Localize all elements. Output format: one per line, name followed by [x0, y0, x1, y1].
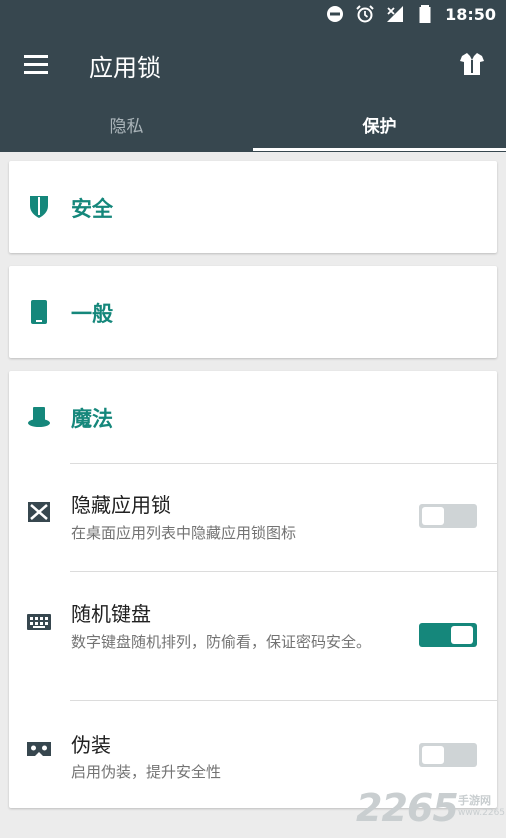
- battery-icon: [419, 5, 431, 23]
- shirt-icon: [460, 53, 484, 75]
- menu-icon-line: [24, 62, 48, 66]
- status-time: 18:50: [445, 4, 496, 24]
- random-keyboard-subtitle: 数字键盘随机排列，防偷看，保证密码安全。: [71, 633, 372, 651]
- watermark-url: www.2265.com: [458, 808, 506, 818]
- security-title: 安全: [71, 197, 113, 221]
- random-keyboard-title: 随机键盘: [71, 602, 151, 626]
- magic-title: 魔法: [71, 407, 113, 431]
- tab-bar: 隐私 保护: [0, 96, 506, 152]
- random-keyboard-toggle[interactable]: [419, 623, 477, 647]
- security-card: 安全: [9, 161, 497, 253]
- do-not-disturb-icon: [327, 6, 344, 22]
- hide-app-lock-title: 隐藏应用锁: [71, 493, 171, 517]
- menu-icon-line: [24, 54, 48, 58]
- disguise-title: 伪装: [71, 733, 111, 757]
- watermark-text: 手游网: [458, 794, 491, 807]
- general-card: 一般: [9, 266, 497, 358]
- hide-app-lock-row[interactable]: 隐藏应用锁 在桌面应用列表中隐藏应用锁图标: [9, 464, 497, 571]
- signal-icon: [387, 6, 404, 22]
- general-section-header[interactable]: 一般: [9, 266, 497, 358]
- menu-icon-line: [24, 70, 48, 74]
- hide-app-lock-toggle[interactable]: [419, 504, 477, 528]
- status-icons: 18:50: [325, 4, 496, 24]
- hide-app-lock-subtitle: 在桌面应用列表中隐藏应用锁图标: [71, 524, 297, 542]
- app-title: 应用锁: [89, 54, 161, 82]
- tab-indicator: [253, 148, 506, 151]
- toggle-knob: [422, 746, 444, 764]
- shield-icon: [30, 196, 48, 218]
- random-keyboard-row[interactable]: 随机键盘 数字键盘随机排列，防偷看，保证密码安全。: [9, 572, 497, 700]
- toggle-knob: [451, 626, 473, 644]
- app-bar: 应用锁: [0, 32, 506, 96]
- magic-section-header[interactable]: 魔法: [9, 371, 497, 463]
- disguise-mask-icon: [27, 742, 51, 756]
- alarm-icon: [356, 5, 374, 23]
- watermark-number: 2265: [356, 786, 459, 830]
- watermark: 2265 手游网 www.2265.com: [356, 786, 506, 830]
- keyboard-icon: [27, 614, 51, 630]
- menu-button[interactable]: [14, 42, 58, 86]
- general-title: 一般: [71, 302, 113, 326]
- theme-button[interactable]: [452, 44, 492, 84]
- security-section-header[interactable]: 安全: [9, 161, 497, 253]
- disguise-subtitle: 启用伪装，提升安全性: [71, 763, 222, 781]
- magic-hat-icon: [28, 407, 50, 427]
- magic-card: 魔法 隐藏应用锁 在桌面应用列表中隐藏应用锁图标 随机键盘 数字键盘随机排列，防…: [9, 371, 497, 808]
- tab-privacy[interactable]: 隐私: [0, 96, 253, 152]
- status-bar: 18:50: [0, 0, 506, 32]
- hide-icon: [28, 502, 50, 522]
- toggle-knob: [422, 507, 444, 525]
- disguise-toggle[interactable]: [419, 743, 477, 767]
- phone-icon: [31, 300, 47, 324]
- tab-protect[interactable]: 保护: [253, 96, 506, 152]
